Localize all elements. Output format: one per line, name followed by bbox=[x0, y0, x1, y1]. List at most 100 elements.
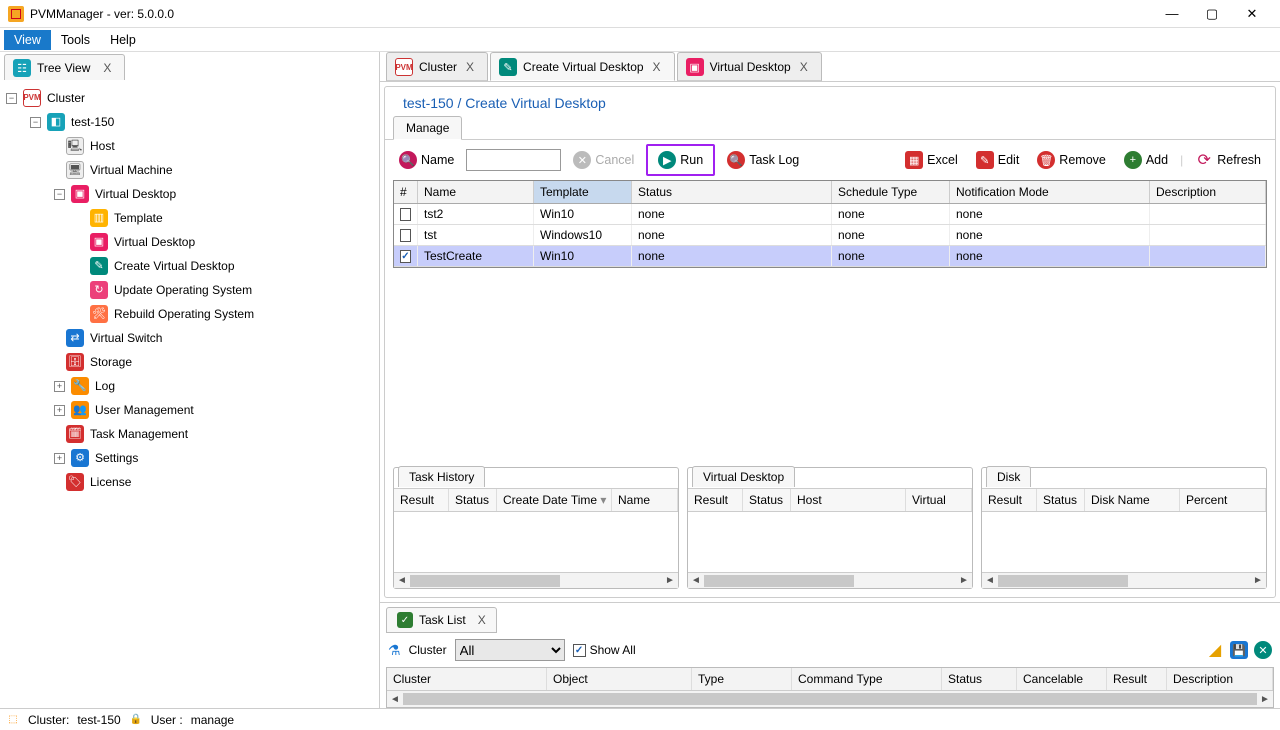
license-icon: 🏷 bbox=[66, 473, 84, 491]
col-desc[interactable]: Description bbox=[1150, 181, 1266, 203]
tree-node[interactable]: test-150 bbox=[71, 112, 114, 132]
tree-vd[interactable]: Virtual Desktop bbox=[95, 184, 176, 204]
table-row[interactable]: tst Windows10 none none none bbox=[394, 225, 1266, 246]
tlh-status[interactable]: Status bbox=[942, 668, 1017, 690]
excel-button[interactable]: ▦ Excel bbox=[899, 148, 964, 172]
panel-vd-tab[interactable]: Virtual Desktop bbox=[692, 466, 795, 487]
tree-host[interactable]: Host bbox=[90, 136, 115, 156]
col-name[interactable]: Name bbox=[418, 181, 534, 203]
sort-desc-icon: ▾ bbox=[600, 493, 606, 507]
tasklist-tab[interactable]: ✓ Task List X bbox=[386, 607, 497, 633]
tree-reb[interactable]: Rebuild Operating System bbox=[114, 304, 254, 324]
tasklist-close[interactable]: X bbox=[478, 613, 486, 627]
subtab-manage[interactable]: Manage bbox=[393, 116, 462, 140]
tree-toggle-node[interactable]: − bbox=[30, 117, 41, 128]
tree-log[interactable]: Log bbox=[95, 376, 115, 396]
tree-view-close[interactable]: X bbox=[100, 61, 114, 75]
tree-usr[interactable]: User Management bbox=[95, 400, 194, 420]
col-template[interactable]: Template bbox=[534, 181, 632, 203]
ph-cdt[interactable]: Create Date Time ▾ bbox=[497, 489, 612, 511]
tab-cluster[interactable]: PVM Cluster X bbox=[386, 52, 488, 81]
col-sched[interactable]: Schedule Type bbox=[832, 181, 950, 203]
tree-view-tab[interactable]: ☷ Tree View X bbox=[4, 54, 125, 80]
ph-status[interactable]: Status bbox=[743, 489, 791, 511]
tree-switch[interactable]: Virtual Switch bbox=[90, 328, 162, 348]
tree-template[interactable]: Template bbox=[114, 208, 163, 228]
menu-view[interactable]: View bbox=[4, 30, 51, 50]
tree-vdesktop[interactable]: Virtual Desktop bbox=[114, 232, 195, 252]
ph-result[interactable]: Result bbox=[982, 489, 1037, 511]
ph-result[interactable]: Result bbox=[394, 489, 449, 511]
edit-button[interactable]: ✎ Edit bbox=[970, 148, 1026, 172]
hscroll[interactable]: ◄► bbox=[394, 572, 678, 588]
tree-upd[interactable]: Update Operating System bbox=[114, 280, 252, 300]
ph-status[interactable]: Status bbox=[449, 489, 497, 511]
cluster-filter-select[interactable]: All bbox=[455, 639, 565, 661]
tree-toggle-vd[interactable]: − bbox=[54, 189, 65, 200]
tab-vd-close[interactable]: X bbox=[797, 60, 811, 74]
add-button[interactable]: + Add bbox=[1118, 148, 1174, 172]
tree-cluster[interactable]: Cluster bbox=[47, 88, 85, 108]
remove-button[interactable]: 🗑 Remove bbox=[1031, 148, 1112, 172]
showall-checkbox[interactable]: Show All bbox=[573, 643, 636, 657]
tlh-type[interactable]: Type bbox=[692, 668, 792, 690]
maximize-button[interactable]: ▢ bbox=[1192, 0, 1232, 28]
erase-icon[interactable]: ◢ bbox=[1206, 641, 1224, 659]
run-button[interactable]: ▶ Run bbox=[652, 148, 709, 172]
tree-toggle-usr[interactable]: + bbox=[54, 405, 65, 416]
tab-cluster-close[interactable]: X bbox=[463, 60, 477, 74]
ph-result[interactable]: Result bbox=[688, 489, 743, 511]
tab-cvd-close[interactable]: X bbox=[650, 60, 664, 74]
ph-dname[interactable]: Disk Name bbox=[1085, 489, 1180, 511]
tree-license[interactable]: License bbox=[90, 472, 131, 492]
close-button[interactable]: ✕ bbox=[1232, 0, 1272, 28]
cancel-button[interactable]: ✕ Cancel bbox=[567, 148, 640, 172]
clear-icon[interactable]: ✕ bbox=[1254, 641, 1272, 659]
tree-settings[interactable]: Settings bbox=[95, 448, 138, 468]
panel-disk-tab[interactable]: Disk bbox=[986, 466, 1031, 487]
col-status[interactable]: Status bbox=[632, 181, 832, 203]
menu-tools[interactable]: Tools bbox=[51, 30, 100, 50]
tlh-result[interactable]: Result bbox=[1107, 668, 1167, 690]
tlh-desc[interactable]: Description bbox=[1167, 668, 1273, 690]
tree-toggle-set[interactable]: + bbox=[54, 453, 65, 464]
tab-vd[interactable]: ▣ Virtual Desktop X bbox=[677, 52, 822, 81]
tlh-cluster[interactable]: Cluster bbox=[387, 668, 547, 690]
tree-toggle-cluster[interactable]: − bbox=[6, 93, 17, 104]
ph-pct[interactable]: Percent bbox=[1180, 489, 1266, 511]
ph-host[interactable]: Host bbox=[791, 489, 906, 511]
table-row[interactable]: tst2 Win10 none none none bbox=[394, 204, 1266, 225]
tree-storage[interactable]: Storage bbox=[90, 352, 132, 372]
table-row[interactable]: TestCreate Win10 none none none bbox=[394, 246, 1266, 267]
minimize-button[interactable]: — bbox=[1152, 0, 1192, 28]
row-checkbox[interactable] bbox=[400, 250, 411, 263]
tree-cvd[interactable]: Create Virtual Desktop bbox=[114, 256, 235, 276]
remove-icon: 🗑 bbox=[1037, 151, 1055, 169]
ph-vd[interactable]: Virtual bbox=[906, 489, 972, 511]
menu-help[interactable]: Help bbox=[100, 30, 146, 50]
tree-vm[interactable]: Virtual Machine bbox=[90, 160, 173, 180]
name-input[interactable] bbox=[466, 149, 561, 171]
cell-sched: none bbox=[832, 246, 950, 266]
hscroll[interactable]: ◄► bbox=[982, 572, 1266, 588]
tlh-object[interactable]: Object bbox=[547, 668, 692, 690]
ph-name[interactable]: Name bbox=[612, 489, 678, 511]
storage-icon: 🗄 bbox=[66, 353, 84, 371]
tasklog-button[interactable]: 🔍 Task Log bbox=[721, 148, 805, 172]
tlh-cancel[interactable]: Cancelable bbox=[1017, 668, 1107, 690]
tasklist-hscroll[interactable]: ◄► bbox=[387, 691, 1273, 707]
col-num[interactable]: # bbox=[394, 181, 418, 203]
tlh-cmd[interactable]: Command Type bbox=[792, 668, 942, 690]
refresh-button[interactable]: ⟳ Refresh bbox=[1189, 148, 1267, 172]
tree-toggle-log[interactable]: + bbox=[54, 381, 65, 392]
hscroll[interactable]: ◄► bbox=[688, 572, 972, 588]
row-checkbox[interactable] bbox=[400, 208, 411, 221]
save-icon[interactable]: 💾 bbox=[1230, 641, 1248, 659]
tab-cvd[interactable]: ✎ Create Virtual Desktop X bbox=[490, 52, 675, 81]
col-notif[interactable]: Notification Mode bbox=[950, 181, 1150, 203]
panel-history-tab[interactable]: Task History bbox=[398, 466, 485, 487]
ph-status[interactable]: Status bbox=[1037, 489, 1085, 511]
tree-task[interactable]: Task Management bbox=[90, 424, 188, 444]
row-checkbox[interactable] bbox=[400, 229, 411, 242]
app-icon bbox=[8, 6, 24, 22]
